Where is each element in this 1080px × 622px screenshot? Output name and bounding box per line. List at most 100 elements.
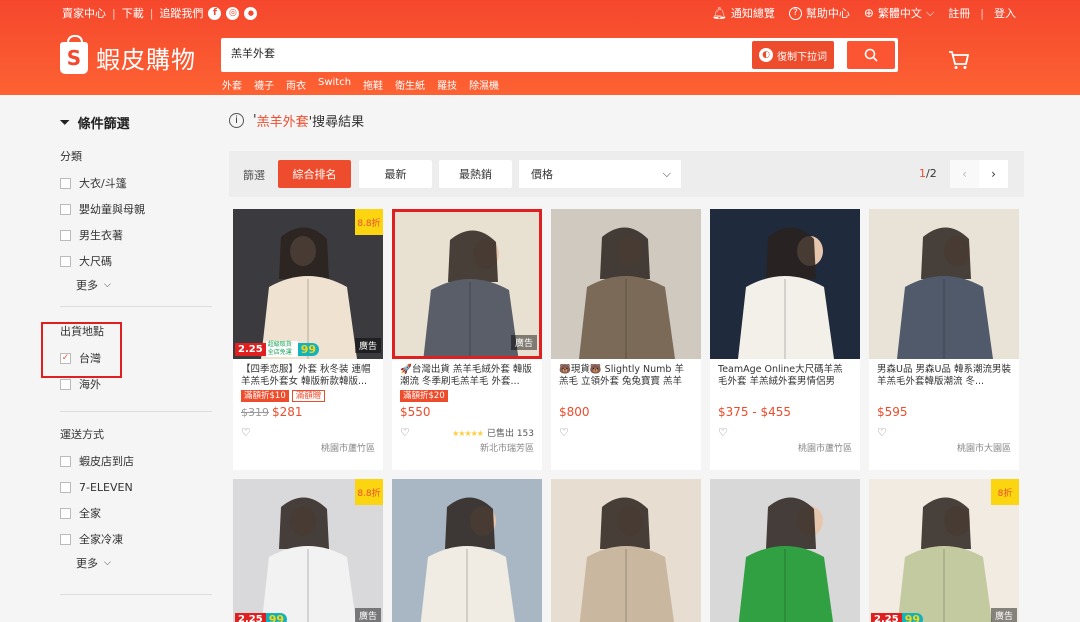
ad-badge: 廣告 bbox=[510, 335, 537, 350]
product-meta: ♡ bbox=[710, 423, 860, 441]
product-title[interactable]: 男森U品 男森U品 韓系潮流男裝羊羔毛外套韓版潮流 冬... bbox=[869, 359, 1019, 388]
product-title[interactable]: 【四季恋服】外套 秋冬装 連帽羊羔毛外套女 韓版新款韓版... bbox=[233, 359, 383, 388]
product-card[interactable]: 廣告 🚀台灣出貨 羔羊毛絨外套 韓版潮流 冬季刷毛羔羊毛 外套... 滿額折$20 $… bbox=[392, 209, 542, 470]
product-card[interactable]: TeamAge Online大尺碼羊羔毛外套 羊羔絨外套男情侶男款... $375… bbox=[710, 209, 860, 470]
promo-99-number: 99 bbox=[901, 612, 923, 622]
shipping-label: 運送方式 bbox=[60, 428, 104, 441]
copy-dropdown-label: 復制下拉词 bbox=[777, 51, 827, 63]
filter-option[interactable]: 大衣/斗篷 bbox=[60, 170, 212, 196]
sort-relevance-button[interactable]: 綜合排名 bbox=[278, 160, 351, 188]
heart-icon[interactable]: ♡ bbox=[718, 426, 728, 439]
product-card[interactable] bbox=[392, 479, 542, 622]
heart-icon[interactable]: ♡ bbox=[877, 426, 887, 439]
checkbox[interactable] bbox=[60, 507, 71, 519]
category-more-button[interactable]: 更多 ⌵ bbox=[76, 274, 212, 296]
copy-dropdown-words-button[interactable]: ◐ 復制下拉词 bbox=[752, 41, 834, 69]
chevron-down-icon: ⌵ bbox=[104, 558, 111, 568]
product-image[interactable] bbox=[710, 209, 860, 359]
checkbox[interactable] bbox=[60, 533, 71, 545]
filter-option[interactable]: 7-ELEVEN bbox=[60, 474, 212, 500]
filter-option[interactable]: 男生衣著 bbox=[60, 222, 212, 248]
divider bbox=[60, 411, 212, 412]
current-price: $800 bbox=[559, 405, 590, 419]
product-card[interactable] bbox=[551, 479, 701, 622]
product-card[interactable]: 8.8折 廣告 2.25 99 bbox=[233, 479, 383, 622]
checkbox[interactable] bbox=[60, 378, 71, 390]
shopee-logo[interactable]: S 蝦皮購物 bbox=[60, 34, 196, 75]
product-image[interactable]: 8.8折 廣告 2.25 99 bbox=[233, 479, 383, 622]
filter-option[interactable]: 蝦皮店到店 bbox=[60, 448, 212, 474]
checkbox[interactable] bbox=[60, 203, 71, 215]
product-meta: ♡ bbox=[869, 423, 1019, 441]
help-link[interactable]: ? 幫助中心 bbox=[788, 5, 850, 21]
product-image[interactable]: 廣告 bbox=[392, 209, 542, 359]
product-image[interactable] bbox=[392, 479, 542, 622]
instagram-icon[interactable]: ◎ bbox=[226, 6, 240, 20]
product-title[interactable]: 🚀台灣出貨 羔羊毛絨外套 韓版潮流 冬季刷毛羔羊毛 外套... bbox=[392, 359, 542, 388]
annotation-highlight-box bbox=[41, 322, 122, 378]
discount-badge: 8.8折 bbox=[355, 209, 383, 235]
search-button[interactable] bbox=[847, 41, 895, 69]
checkbox[interactable] bbox=[60, 229, 71, 241]
hot-keyword-link[interactable]: 外套 bbox=[222, 77, 242, 92]
shipping-list: 蝦皮店到店 7-ELEVEN 全家 全家冷凍 bbox=[60, 448, 212, 552]
prev-page-button[interactable]: ‹ bbox=[950, 160, 979, 188]
language-selector[interactable]: ⊕ 繁體中文 ⌵ bbox=[864, 5, 934, 21]
filter-option-label: 7-ELEVEN bbox=[79, 480, 133, 494]
facebook-icon[interactable]: f bbox=[208, 6, 222, 20]
product-image[interactable] bbox=[551, 479, 701, 622]
top-bar: 賣家中心 | 下載 | 追蹤我們 f ◎ ● 🔔︎ 通知總覽 ? 幫助中心 ⊕ … bbox=[0, 0, 1080, 24]
product-card[interactable] bbox=[710, 479, 860, 622]
heart-icon[interactable]: ♡ bbox=[241, 426, 251, 439]
product-card[interactable]: 🐻現貨🐻 Slightly Numb 羊羔毛 立領外套 兔兔寶寶 羔羊外... $… bbox=[551, 209, 701, 470]
price-sort-select[interactable]: 價格 ⌵ bbox=[519, 160, 681, 188]
heart-icon[interactable]: ♡ bbox=[400, 426, 410, 439]
login-link[interactable]: 登入 bbox=[994, 5, 1016, 21]
product-card[interactable]: 男森U品 男森U品 韓系潮流男裝羊羔毛外套韓版潮流 冬... $595 ♡ 桃園市大園… bbox=[869, 209, 1019, 470]
hot-keyword-link[interactable]: 襪子 bbox=[254, 77, 274, 92]
product-card[interactable]: 8折 廣告 2.25 99 bbox=[869, 479, 1019, 622]
next-page-button[interactable]: › bbox=[979, 160, 1008, 188]
product-image[interactable] bbox=[551, 209, 701, 359]
bell-icon: 🔔︎ bbox=[711, 6, 727, 20]
product-image[interactable] bbox=[869, 209, 1019, 359]
product-image[interactable]: 8折 廣告 2.25 99 bbox=[869, 479, 1019, 622]
shipping-more-button[interactable]: 更多 ⌵ bbox=[76, 552, 212, 574]
line-icon[interactable]: ● bbox=[244, 6, 258, 20]
search-input[interactable] bbox=[231, 46, 731, 59]
checkbox[interactable] bbox=[60, 481, 71, 493]
hot-keyword-link[interactable]: 拖鞋 bbox=[363, 77, 383, 92]
download-link[interactable]: 下載 bbox=[122, 5, 144, 21]
cart-button[interactable] bbox=[948, 50, 970, 73]
register-link[interactable]: 註冊 bbox=[948, 5, 970, 21]
search-box: ◐ 復制下拉词 bbox=[221, 38, 898, 72]
product-image[interactable] bbox=[710, 479, 860, 622]
checkbox[interactable] bbox=[60, 255, 71, 267]
notifications-link[interactable]: 🔔︎ 通知總覽 bbox=[712, 5, 775, 21]
sort-latest-button[interactable]: 最新 bbox=[359, 160, 432, 188]
promo-tag: 滿額折$20 bbox=[400, 390, 448, 402]
filter-option[interactable]: 嬰幼童與母親 bbox=[60, 196, 212, 222]
product-image-illustration bbox=[551, 479, 701, 622]
product-title[interactable]: TeamAge Online大尺碼羊羔毛外套 羊羔絨外套男情侶男款... bbox=[710, 359, 860, 388]
checkbox[interactable] bbox=[60, 455, 71, 467]
hot-keyword-link[interactable]: 雨衣 bbox=[286, 77, 306, 92]
product-title[interactable]: 🐻現貨🐻 Slightly Numb 羊羔毛 立領外套 兔兔寶寶 羔羊外... bbox=[551, 359, 701, 388]
filter-option[interactable]: 全家冷凍 bbox=[60, 526, 212, 552]
hot-keyword-link[interactable]: 衛生紙 bbox=[395, 77, 425, 92]
separator: | bbox=[149, 6, 154, 20]
hot-keyword-link[interactable]: 羅技 bbox=[437, 77, 457, 92]
hot-keyword-link[interactable]: Switch bbox=[318, 77, 351, 92]
heart-icon[interactable]: ♡ bbox=[559, 426, 569, 439]
sort-top-sales-button[interactable]: 最熱銷 bbox=[439, 160, 512, 188]
product-price: $375 - $455 bbox=[710, 403, 860, 423]
checkbox[interactable] bbox=[60, 177, 71, 189]
product-image[interactable]: 8.8折 廣告 2.25 超級取貨 全店免運 99 bbox=[233, 209, 383, 359]
product-card[interactable]: 8.8折 廣告 2.25 超級取貨 全店免運 99 【四季恋服】外套 秋冬装 連帽羊羔毛外… bbox=[233, 209, 383, 470]
seller-center-link[interactable]: 賣家中心 bbox=[62, 5, 106, 21]
separator: | bbox=[980, 6, 984, 20]
hot-keyword-link[interactable]: 除濕機 bbox=[469, 77, 499, 92]
product-price: $595 bbox=[869, 403, 1019, 423]
filter-option[interactable]: 大尺碼 bbox=[60, 248, 212, 274]
filter-option[interactable]: 全家 bbox=[60, 500, 212, 526]
